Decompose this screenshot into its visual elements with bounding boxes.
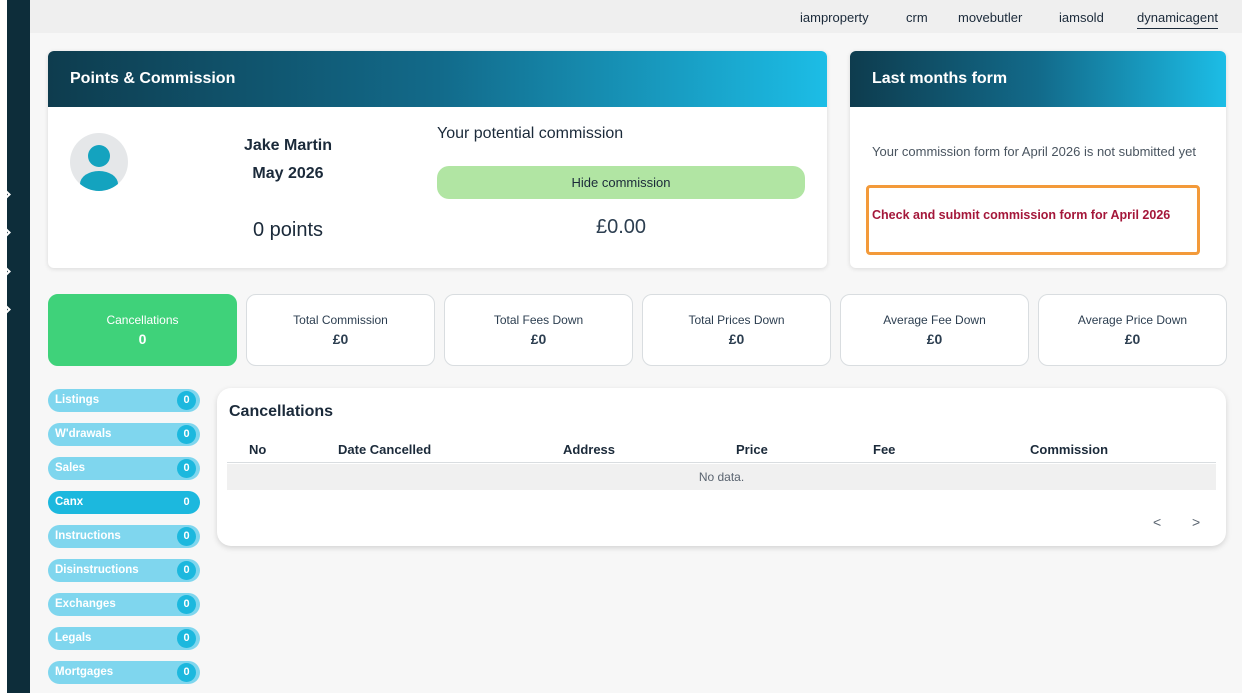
pill-mortgages[interactable]: Mortgages 0 (48, 661, 200, 684)
nav-link-iamproperty[interactable]: iamproperty (800, 10, 869, 25)
pill-count: 0 (177, 391, 196, 410)
chevron-right-icon[interactable] (0, 263, 12, 281)
pill-count: 0 (177, 595, 196, 614)
submit-commission-form-link[interactable]: Check and submit commission form for Apr… (872, 208, 1170, 222)
points-commission-card: Points & Commission Jake Martin May 2026… (48, 51, 827, 268)
stat-value: £0 (1124, 331, 1141, 347)
stat-label: Average Fee Down (883, 313, 986, 327)
header-divider (227, 462, 1216, 463)
column-header-no[interactable]: No (249, 442, 266, 457)
pill-sales[interactable]: Sales 0 (48, 457, 200, 480)
pill-listings[interactable]: Listings 0 (48, 389, 200, 412)
hide-commission-button[interactable]: Hide commission (437, 166, 805, 199)
pill-exchanges[interactable]: Exchanges 0 (48, 593, 200, 616)
pill-label: Disinstructions (55, 564, 139, 576)
pill-label: Exchanges (55, 598, 116, 610)
stat-total-commission[interactable]: Total Commission £0 (246, 294, 435, 366)
column-header-address[interactable]: Address (563, 442, 615, 457)
pill-count: 0 (177, 527, 196, 546)
stat-value: £0 (332, 331, 349, 347)
pill-label: Canx (55, 496, 84, 508)
pill-label: Legals (55, 632, 92, 644)
stat-value: £0 (728, 331, 745, 347)
top-navigation: iamproperty crm movebutler iamsold dynam… (30, 0, 1242, 33)
column-header-fee[interactable]: Fee (873, 442, 895, 457)
stat-label: Cancellations (106, 313, 179, 327)
column-header-date-cancelled[interactable]: Date Cancelled (338, 442, 431, 457)
cancellations-table-card: Cancellations No Date Cancelled Address … (217, 388, 1226, 546)
stat-label: Average Price Down (1077, 313, 1188, 327)
empty-table-row: No data. (227, 464, 1216, 490)
pill-count: 0 (177, 663, 196, 682)
commission-heading: Your potential commission (437, 125, 624, 142)
stat-average-price-down[interactable]: Average Price Down £0 (1038, 294, 1227, 366)
next-page-button[interactable]: > (1192, 514, 1200, 530)
previous-page-button[interactable]: < (1153, 514, 1161, 530)
pill-count: 0 (177, 561, 196, 580)
table-title: Cancellations (229, 403, 334, 420)
nav-link-dynamicagent[interactable]: dynamicagent (1137, 10, 1218, 29)
points-total: 0 points (252, 219, 324, 241)
pill-label: Instructions (55, 530, 121, 542)
commission-amount: £0.00 (595, 216, 647, 238)
chevron-right-icon[interactable] (0, 301, 12, 319)
last-months-form-title: Last months form (850, 51, 1226, 107)
last-months-form-card: Last months form Your commission form fo… (850, 51, 1226, 268)
chevron-right-icon[interactable] (0, 224, 12, 242)
agent-name: Jake Martin (243, 137, 333, 154)
pill-count: 0 (177, 425, 196, 444)
chevron-right-icon[interactable] (0, 186, 12, 204)
user-icon (88, 145, 110, 167)
nav-link-crm[interactable]: crm (906, 10, 928, 25)
pill-disinstructions[interactable]: Disinstructions 0 (48, 559, 200, 582)
pill-withdrawals[interactable]: W'drawals 0 (48, 423, 200, 446)
stat-value: £0 (530, 331, 547, 347)
stat-average-fee-down[interactable]: Average Fee Down £0 (840, 294, 1029, 366)
pill-instructions[interactable]: Instructions 0 (48, 525, 200, 548)
stat-cancellations[interactable]: Cancellations 0 (48, 294, 237, 366)
commission-period: May 2026 (252, 165, 324, 182)
pill-legals[interactable]: Legals 0 (48, 627, 200, 650)
stat-label: Total Commission (293, 313, 388, 327)
nav-link-iamsold[interactable]: iamsold (1059, 10, 1104, 25)
stat-total-prices-down[interactable]: Total Prices Down £0 (642, 294, 831, 366)
pill-count: 0 (177, 493, 196, 512)
pill-canx[interactable]: Canx 0 (48, 491, 200, 514)
stat-label: Total Fees Down (493, 313, 584, 327)
pill-label: Listings (55, 394, 100, 406)
stat-value: £0 (926, 331, 943, 347)
column-header-commission[interactable]: Commission (1030, 442, 1108, 457)
sidebar-rail (7, 0, 30, 693)
points-commission-title: Points & Commission (48, 51, 827, 107)
pill-label: W'drawals (55, 428, 112, 440)
pill-count: 0 (177, 459, 196, 478)
stat-total-fees-down[interactable]: Total Fees Down £0 (444, 294, 633, 366)
stat-label: Total Prices Down (688, 313, 785, 327)
form-status-message: Your commission form for April 2026 is n… (872, 144, 1196, 159)
nav-link-movebutler[interactable]: movebutler (958, 10, 1022, 25)
stat-value: 0 (138, 331, 147, 347)
column-header-price[interactable]: Price (736, 442, 768, 457)
pill-label: Mortgages (55, 666, 114, 678)
pill-label: Sales (55, 462, 86, 474)
pill-count: 0 (177, 629, 196, 648)
avatar (70, 133, 128, 191)
